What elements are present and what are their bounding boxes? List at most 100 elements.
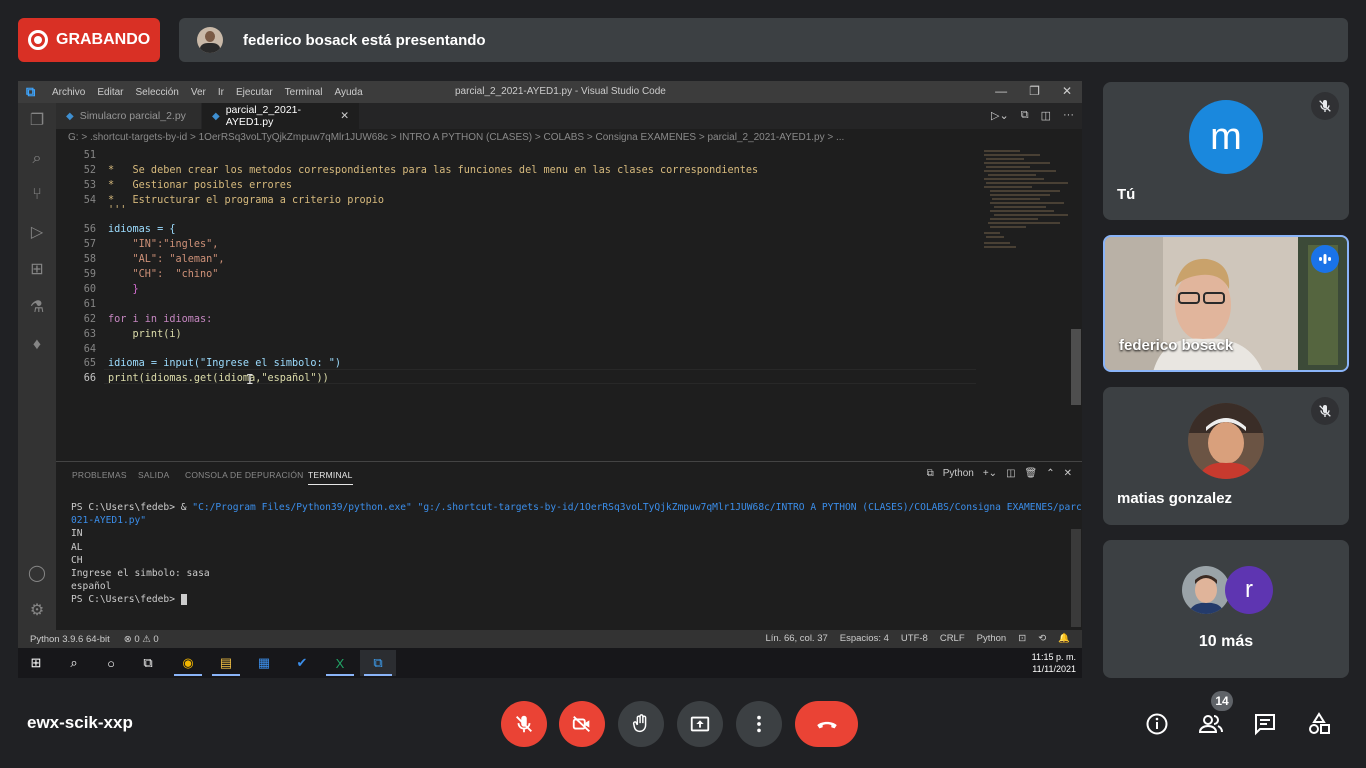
kill-terminal-icon[interactable]: 🗑 [1025,468,1038,479]
accounts-icon[interactable]: ◯ [27,564,47,584]
tab-terminal[interactable]: TERMINAL [308,470,353,485]
explorer-icon[interactable]: ❐ [27,111,47,131]
line-number: 57 [83,239,96,250]
feedback-icon[interactable]: ⊡ [1018,633,1026,644]
task-view-icon[interactable]: ⧉ [130,650,166,676]
participant-count-badge: 14 [1211,691,1233,711]
search-icon[interactable]: ⌕ [27,149,47,169]
camera-toggle-button[interactable] [559,701,605,747]
menu-terminal[interactable]: Terminal [285,87,323,98]
terminal-output-line: CH [71,554,83,566]
run-debug-icon[interactable]: ▷ [27,223,47,243]
status-encoding[interactable]: UTF-8 [901,633,928,644]
people-button[interactable] [1197,710,1225,738]
calendar-icon[interactable]: ▦ [246,650,282,676]
vscode-taskbar-icon[interactable]: ⧉ [360,650,396,676]
hang-up-icon [816,721,837,729]
close-panel-icon[interactable]: ✕ [1064,468,1072,479]
code-line: idioma = input("Ingrese el simbolo: ") [108,358,342,369]
leave-call-button[interactable] [795,701,858,747]
more-participants-tile[interactable]: r 10 más [1103,540,1349,678]
raise-hand-button[interactable] [618,701,664,747]
run-icon[interactable]: ▷⌄ [991,109,1009,122]
status-eol[interactable]: CRLF [940,633,965,644]
participant-tile-self[interactable]: m Tú [1103,82,1349,220]
live-share-icon[interactable]: ⟲ [1038,633,1046,644]
microphone-toggle-button[interactable] [501,701,547,747]
activities-button[interactable] [1305,710,1333,738]
menu-ayuda[interactable]: Ayuda [334,87,362,98]
minimap[interactable] [980,147,1070,257]
code-line: "AL": "aleman", [108,254,225,265]
present-screen-button[interactable] [677,701,723,747]
close-window-icon[interactable]: ✕ [1062,84,1072,98]
meeting-details-button[interactable] [1143,710,1171,738]
tab-problemas[interactable]: PROBLEMAS [72,470,127,480]
taskbar-clock[interactable]: 11:15 p. m. 11/11/2021 [1032,651,1076,675]
more-participants-label: 10 más [1198,633,1254,650]
terminal-scrollbar[interactable] [1071,529,1081,627]
participant-tile-presenter[interactable]: federico bosack [1103,235,1349,372]
code-line: * Gestionar posibles errores [108,180,293,191]
menu-editar[interactable]: Editar [97,87,123,98]
notifications-bell-icon[interactable]: 🔔 [1058,633,1070,644]
status-problems[interactable]: ⊗ 0 ⚠ 0 [124,634,159,645]
python-icon[interactable]: ♦ [27,335,47,355]
mic-off-icon [1311,92,1339,120]
todo-icon[interactable]: ✔ [284,650,320,676]
minimize-icon[interactable]: — [995,84,1007,98]
chat-button[interactable] [1251,710,1279,738]
taskbar-search-icon[interactable]: ⌕ [56,650,92,676]
terminal-shell-label[interactable]: Python [943,468,974,479]
code-line: idiomas = { [108,224,176,235]
recording-indicator[interactable]: GRABANDO [18,18,160,62]
shared-screen: ⧉ Archivo Editar Selección Ver Ir Ejecut… [18,81,1082,678]
breadcrumb[interactable]: G: > .shortcut-targets-by-id > 1OerRSq3v… [56,129,1082,147]
excel-icon[interactable]: X [322,650,358,676]
tab-consola-depuracion[interactable]: CONSOLA DE DEPURACIÓN [185,470,304,480]
tab-parcial[interactable]: ◆ parcial_2_2021-AYED1.py ✕ [202,103,360,129]
editor-scrollbar[interactable] [1071,329,1081,405]
new-terminal-icon[interactable]: +⌄ [983,468,997,479]
editor-tabs: ◆ Simulacro parcial_2.py ◆ parcial_2_202… [56,103,1082,129]
line-number: 63 [83,329,96,340]
activities-shapes-icon [1309,712,1330,734]
more-actions-icon[interactable]: ··· [1063,109,1074,122]
source-control-icon[interactable]: ⑂ [27,185,47,205]
more-options-button[interactable] [736,701,782,747]
split-terminal-icon[interactable]: ◫ [1006,468,1015,479]
open-changes-icon[interactable]: ⧉ [1021,109,1029,122]
windows-start-icon[interactable]: ⊞ [18,650,54,676]
chrome-icon[interactable]: ◉ [170,650,206,676]
tab-salida[interactable]: SALIDA [138,470,169,480]
menu-ver[interactable]: Ver [191,87,206,98]
menu-ejecutar[interactable]: Ejecutar [236,87,273,98]
meeting-code[interactable]: ewx-scik-xxp [27,713,133,733]
tab-simulacro[interactable]: ◆ Simulacro parcial_2.py [56,103,202,129]
panel-tabs: PROBLEMAS SALIDA CONSOLA DE DEPURACIÓN T… [56,462,1082,488]
menu-archivo[interactable]: Archivo [52,87,85,98]
status-cursor-position[interactable]: Lín. 66, col. 37 [765,633,827,644]
extensions-icon[interactable]: ⊞ [27,260,47,280]
file-explorer-icon[interactable]: ▤ [208,650,244,676]
status-indentation[interactable]: Espacios: 4 [840,633,889,644]
testing-icon[interactable]: ⚗ [27,298,47,318]
split-editor-icon[interactable]: ◫ [1041,109,1051,122]
settings-gear-icon[interactable]: ⚙ [27,601,47,621]
close-tab-icon[interactable]: ✕ [340,110,349,122]
maximize-panel-icon[interactable]: ⌃ [1046,468,1054,479]
status-python-interpreter[interactable]: Python 3.9.6 64-bit [30,634,110,645]
hand-icon [632,714,647,733]
menu-ir[interactable]: Ir [218,87,224,98]
terminal-output[interactable]: PS C:\Users\fedeb> & "C:/Program Files/P… [56,501,1082,631]
menu-seleccion[interactable]: Selección [135,87,178,98]
cortana-icon[interactable]: ○ [93,650,129,676]
participant-name: matias gonzalez [1117,490,1233,507]
status-language[interactable]: Python [977,633,1007,644]
tab-label: Simulacro parcial_2.py [79,110,186,122]
participant-tile-matias[interactable]: matias gonzalez [1103,387,1349,525]
code-editor[interactable]: 51 52 * Se deben crear los metodos corre… [56,147,1082,460]
terminal-command-path: "C:/Program Files/Python39/python.exe" "… [192,502,1082,513]
python-file-icon: ◆ [212,110,220,122]
restore-icon[interactable]: ❐ [1029,84,1040,98]
